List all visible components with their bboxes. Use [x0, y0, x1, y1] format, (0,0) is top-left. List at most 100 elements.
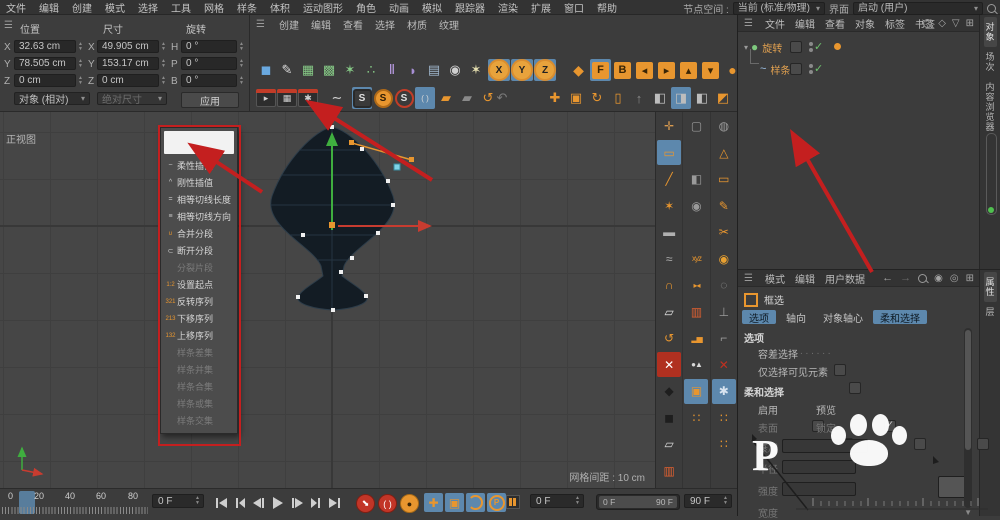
tweak-tool-icon[interactable]: ≈: [657, 246, 681, 271]
hammer-icon[interactable]: ⌐: [712, 326, 736, 351]
rot-b-field[interactable]: 0 °: [181, 74, 237, 87]
mirror-icon[interactable]: ▸◂: [684, 273, 708, 298]
quantize-button[interactable]: ( ): [415, 87, 435, 109]
tag-orange-dot[interactable]: [834, 43, 841, 50]
current-frame-field[interactable]: 0 F ▲▼: [152, 494, 204, 508]
rot-h-field[interactable]: 0 °: [181, 40, 237, 53]
lock-x-axis-button[interactable]: X: [488, 59, 510, 81]
panel-menu-icon[interactable]: ☰: [744, 18, 753, 29]
stepper-icon[interactable]: ▲▼: [238, 42, 245, 52]
side-tab-对象[interactable]: 对象: [984, 17, 997, 47]
menu-运动图形[interactable]: 运动图形: [303, 0, 343, 15]
timeline-ruler[interactable]: 020406080: [2, 491, 148, 515]
gear-icon[interactable]: ✱: [712, 379, 736, 404]
cube-3d-icon[interactable]: ◧: [684, 167, 708, 192]
side-tab-属性[interactable]: 属性: [984, 272, 997, 302]
context-item-反转序列[interactable]: 321反转序列: [161, 293, 237, 310]
size-x-field[interactable]: 49.905 cm: [97, 40, 159, 53]
array-icon[interactable]: ▤: [424, 59, 444, 81]
target-icon[interactable]: ◎: [950, 273, 959, 284]
camera-icon[interactable]: ◉: [445, 59, 465, 81]
render-view-button[interactable]: ▸: [256, 87, 276, 109]
snap-mode-button[interactable]: S: [373, 87, 393, 109]
undo-icon[interactable]: ↶: [492, 87, 512, 109]
autokey-button[interactable]: ●: [400, 494, 419, 513]
side-tab-场次[interactable]: 场次: [984, 47, 997, 77]
sync-icon[interactable]: ↻: [587, 87, 607, 109]
om-menu-编辑[interactable]: 编辑: [795, 16, 815, 31]
stepper-icon[interactable]: ▲▼: [77, 42, 84, 52]
optimize-icon[interactable]: ▩: [319, 59, 339, 81]
menu-样条[interactable]: 样条: [237, 0, 257, 15]
stepper-icon[interactable]: ▲▼: [160, 76, 167, 86]
am-menu-用户数据[interactable]: 用户数据: [825, 271, 865, 286]
toolbar-menu-选择[interactable]: 选择: [375, 17, 395, 32]
context-item-上移序列[interactable]: 132上移序列: [161, 327, 237, 344]
visible-only-checkbox[interactable]: [849, 382, 861, 394]
wire-ball-icon[interactable]: ◌: [712, 273, 736, 298]
stamp-tool-icon[interactable]: ✶: [657, 193, 681, 218]
trash-icon[interactable]: ▥: [657, 458, 681, 483]
stepper-icon[interactable]: ▲▼: [238, 76, 245, 86]
lock-z-axis-button[interactable]: Z: [534, 59, 556, 81]
menu-模拟[interactable]: 模拟: [422, 0, 442, 15]
attributes-scrollbar[interactable]: [964, 328, 972, 508]
toolbar-menu-编辑[interactable]: 编辑: [311, 17, 331, 32]
viewport-bottom-button[interactable]: ▾: [700, 59, 721, 81]
xyz-axes-icon[interactable]: xyz: [684, 246, 708, 271]
render-settings-button[interactable]: ✱: [298, 87, 318, 109]
viewport-left-button[interactable]: ◂: [634, 59, 655, 81]
attribute-tab-对象轴心[interactable]: 对象轴心: [816, 310, 870, 324]
context-item-刚性插值[interactable]: ^刚性插值: [161, 174, 237, 191]
box-gray-icon[interactable]: ▢: [684, 114, 708, 139]
key-parameter-toggle[interactable]: P: [487, 493, 506, 512]
brush-tool-icon[interactable]: ▬: [657, 220, 681, 245]
history-back-icon[interactable]: ←: [882, 272, 893, 284]
range-start-field[interactable]: 0 F ▲▼: [530, 494, 584, 508]
cube-dark-icon[interactable]: ◆: [657, 379, 681, 404]
key-rotation-toggle[interactable]: [466, 493, 485, 512]
rectangle-select-tool[interactable]: ▭: [657, 140, 681, 165]
render-picture-viewer-button[interactable]: ▦: [277, 87, 297, 109]
enabled-check-icon[interactable]: ✓: [814, 62, 823, 75]
light-icon[interactable]: ✶: [466, 59, 486, 81]
range-end-field[interactable]: 90 F ▲▼: [684, 494, 732, 508]
stepper-icon[interactable]: ▲▼: [238, 59, 245, 69]
enabled-check-icon[interactable]: ✓: [814, 40, 823, 53]
search-icon[interactable]: [923, 19, 932, 28]
keyframe-selection-icon[interactable]: [506, 495, 520, 509]
context-item-柔性插值[interactable]: ~柔性插值: [161, 157, 237, 174]
tolerant-checkbox[interactable]: [834, 364, 846, 376]
trash2-icon[interactable]: ▥: [684, 299, 708, 324]
panel-menu-icon[interactable]: ☰: [4, 20, 13, 31]
viewport-right-button[interactable]: ▸: [656, 59, 677, 81]
recycle-icon[interactable]: ↺: [657, 326, 681, 351]
attribute-tab-柔和选择[interactable]: 柔和选择: [873, 310, 927, 324]
ruler-icon[interactable]: ▭: [712, 167, 736, 192]
scissors-icon[interactable]: ✂: [712, 220, 736, 245]
menu-扩展[interactable]: 扩展: [531, 0, 551, 15]
cube-view-3-icon[interactable]: ◧: [692, 87, 712, 109]
scroll-pill[interactable]: [986, 133, 997, 215]
symmetry-icon[interactable]: Ⅱ: [382, 59, 402, 81]
panel-menu-icon[interactable]: ☰: [256, 19, 265, 30]
browser-window-icon[interactable]: ▣: [684, 379, 708, 404]
node-space-dropdown[interactable]: 当前 (标准/物理)▾: [733, 2, 825, 15]
keyframe-selection-button[interactable]: ( ): [378, 494, 397, 513]
attribute-tab-选项[interactable]: 选项: [742, 310, 776, 324]
key-position-toggle[interactable]: ✚: [424, 493, 443, 512]
viewport-front-button[interactable]: F: [590, 59, 611, 81]
visibility-dots[interactable]: [809, 42, 813, 52]
folder-icon[interactable]: ▱: [657, 432, 681, 457]
viewport-back-button[interactable]: B: [612, 59, 633, 81]
menu-渲染[interactable]: 渲染: [498, 0, 518, 15]
menu-选择[interactable]: 选择: [138, 0, 158, 15]
box-add-icon[interactable]: ▣: [566, 87, 586, 109]
menu-跟踪器[interactable]: 跟踪器: [455, 0, 485, 15]
spacer-2[interactable]: [684, 220, 708, 245]
menu-体积[interactable]: 体积: [270, 0, 290, 15]
lock-checkbox[interactable]: [914, 438, 926, 450]
add-icon[interactable]: ✚: [545, 87, 565, 109]
prev-key-button[interactable]: [231, 494, 249, 512]
toolbar-menu-材质[interactable]: 材质: [407, 17, 427, 32]
